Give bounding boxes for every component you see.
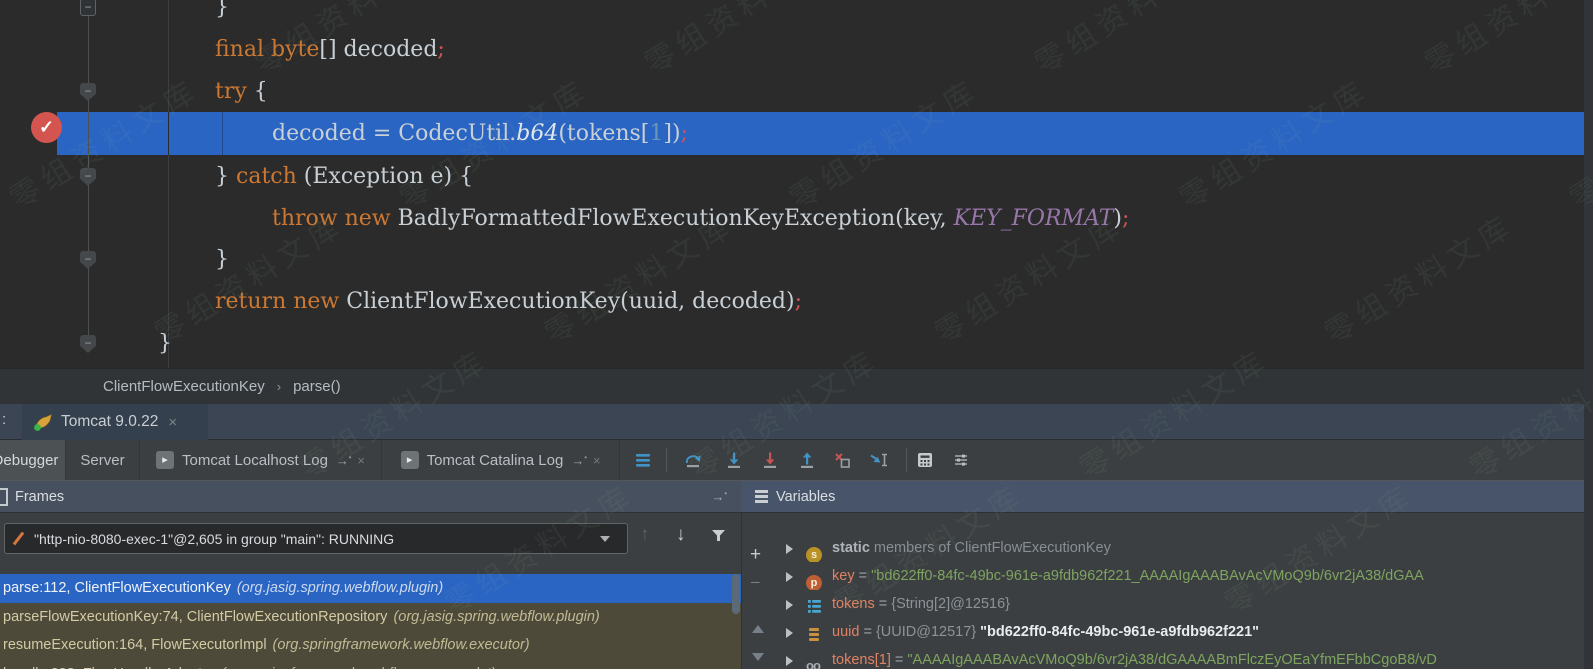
run-to-cursor-icon[interactable] bbox=[866, 440, 892, 480]
variable-text: key = "bd622ff0-84fc-49bc-961e-a9fdb962f… bbox=[832, 562, 1584, 590]
variable-row[interactable]: p key = "bd622ff0-84fc-49bc-961e-a9fdb962… bbox=[742, 562, 1584, 590]
array-icon bbox=[806, 596, 822, 612]
watch-icon: oo bbox=[806, 652, 822, 668]
close-icon[interactable]: × bbox=[593, 453, 601, 468]
frame-row[interactable]: parseFlowExecutionKey:74, ClientFlowExec… bbox=[0, 603, 741, 632]
tab-tomcat-localhost-log[interactable]: ▸ Tomcat Localhost Log →▪ × bbox=[140, 440, 382, 480]
step-into-icon[interactable] bbox=[721, 440, 747, 480]
chevron-right-icon: › bbox=[277, 379, 281, 394]
frames-icon bbox=[0, 488, 8, 506]
variable-text: uuid = {UUID@12517} "bd622ff0-84fc-49bc-… bbox=[832, 618, 1584, 646]
frame-row[interactable]: resumeExecution:164, FlowExecutorImpl(or… bbox=[0, 631, 741, 660]
close-icon[interactable]: × bbox=[168, 414, 177, 431]
expand-arrow-icon[interactable] bbox=[786, 600, 793, 610]
frame-row[interactable]: handle:238, FlowHandlerAdapter(org.sprin… bbox=[0, 660, 741, 669]
code-line: try { bbox=[0, 71, 1581, 113]
chevron-down-icon[interactable] bbox=[600, 536, 610, 542]
variable-row[interactable]: s static members of ClientFlowExecutionKe… bbox=[742, 534, 1584, 562]
tomcat-icon bbox=[32, 412, 54, 432]
debug-panels-body: "http-nio-8080-exec-1"@2,605 in group "m… bbox=[0, 513, 1593, 669]
expand-arrow-icon[interactable] bbox=[786, 572, 793, 582]
drop-frame-icon[interactable] bbox=[829, 440, 855, 480]
code-line: throw new BadlyFormattedFlowExecutionKey… bbox=[0, 198, 1581, 240]
next-frame-button[interactable]: ↓ bbox=[676, 524, 686, 546]
parameter-icon: p bbox=[806, 568, 822, 584]
breadcrumb-method[interactable]: parse() bbox=[293, 378, 341, 395]
variable-row[interactable]: oo tokens[1] = "AAAAIgAAABAvAcVMoQ9b/6vr2… bbox=[742, 646, 1584, 669]
step-out-icon[interactable] bbox=[794, 440, 820, 480]
code-line: } bbox=[0, 239, 1581, 281]
static-member-icon: s bbox=[806, 540, 822, 556]
step-over-icon[interactable] bbox=[680, 440, 706, 480]
breadcrumb: ClientFlowExecutionKey › parse() bbox=[0, 368, 1593, 404]
show-execution-point-icon[interactable] bbox=[630, 440, 656, 480]
debug-panel-headers: Frames →▪ Variables bbox=[0, 480, 1593, 513]
toolwindow-label-fragment: : bbox=[2, 411, 6, 428]
previous-frame-button[interactable]: ↑ bbox=[640, 524, 650, 546]
frames-scrollbar-thumb[interactable] bbox=[732, 574, 740, 614]
field-icon bbox=[806, 624, 822, 640]
thread-icon bbox=[13, 532, 25, 546]
intellij-debug-window: − − − − − ✓ }final byte[] decoded;try {d… bbox=[0, 0, 1593, 669]
layout-settings-icon[interactable] bbox=[948, 440, 974, 480]
console-icon: ▸ bbox=[401, 451, 419, 469]
code-line: } bbox=[0, 0, 1581, 29]
code-editor[interactable]: − − − − − ✓ }final byte[] decoded;try {d… bbox=[0, 0, 1593, 368]
scroll-to-end-icon: →▪ bbox=[571, 453, 586, 468]
scroll-to-end-icon[interactable]: →▪ bbox=[712, 489, 727, 504]
tab-tomcat-catalina-log[interactable]: ▸ Tomcat Catalina Log →▪ × bbox=[382, 440, 620, 480]
force-step-into-icon[interactable] bbox=[757, 440, 783, 480]
window-edge-strip bbox=[1584, 0, 1593, 669]
breadcrumb-class[interactable]: ClientFlowExecutionKey bbox=[103, 378, 265, 395]
run-config-label: Tomcat 9.0.22 bbox=[61, 413, 158, 431]
expand-arrow-icon[interactable] bbox=[786, 544, 793, 554]
tab-debugger[interactable]: Debugger bbox=[0, 440, 66, 480]
code-line: decoded = CodecUtil.b64(tokens[1]); bbox=[0, 113, 1581, 155]
variable-row[interactable]: tokens = {String[2]@12516} bbox=[742, 590, 1584, 618]
frame-row[interactable]: parse:112, ClientFlowExecutionKey(org.ja… bbox=[0, 574, 741, 603]
debug-toolwindow-titlebar: : Tomcat 9.0.22 × bbox=[0, 404, 1593, 440]
thread-selector-dropdown[interactable]: "http-nio-8080-exec-1"@2,605 in group "m… bbox=[4, 523, 628, 554]
code-line: final byte[] decoded; bbox=[0, 29, 1581, 71]
frames-header[interactable]: Frames →▪ bbox=[0, 481, 741, 512]
variable-text: tokens = {String[2]@12516} bbox=[832, 590, 1584, 618]
debug-tabstrip: Debugger Server ▸ Tomcat Localhost Log →… bbox=[0, 440, 1593, 480]
evaluate-expression-icon[interactable] bbox=[912, 440, 938, 480]
expand-arrow-icon[interactable] bbox=[786, 656, 793, 666]
variables-header[interactable]: Variables bbox=[741, 481, 1593, 512]
console-icon: ▸ bbox=[156, 451, 174, 469]
tab-tomcat-run-config[interactable]: Tomcat 9.0.22 × bbox=[22, 404, 208, 440]
variables-list-icon bbox=[755, 488, 768, 505]
tab-server[interactable]: Server bbox=[66, 440, 140, 480]
code-line: } catch (Exception e) { bbox=[0, 156, 1581, 198]
variable-text: static members of ClientFlowExecutionKey bbox=[832, 534, 1584, 562]
expand-arrow-icon[interactable] bbox=[786, 628, 793, 638]
variable-text: tokens[1] = "AAAAIgAAABAvAcVMoQ9b/6vr2jA… bbox=[832, 646, 1584, 669]
scroll-to-end-icon: →▪ bbox=[336, 453, 351, 468]
hide-library-frames-filter-icon[interactable] bbox=[712, 529, 725, 547]
close-icon[interactable]: × bbox=[357, 453, 365, 468]
toolbar-separator bbox=[906, 448, 907, 472]
code-line: return new ClientFlowExecutionKey(uuid, … bbox=[0, 281, 1581, 323]
code-line: } bbox=[0, 323, 1581, 365]
variable-row[interactable]: uuid = {UUID@12517} "bd622ff0-84fc-49bc-… bbox=[742, 618, 1584, 646]
toolbar-separator bbox=[666, 448, 667, 472]
